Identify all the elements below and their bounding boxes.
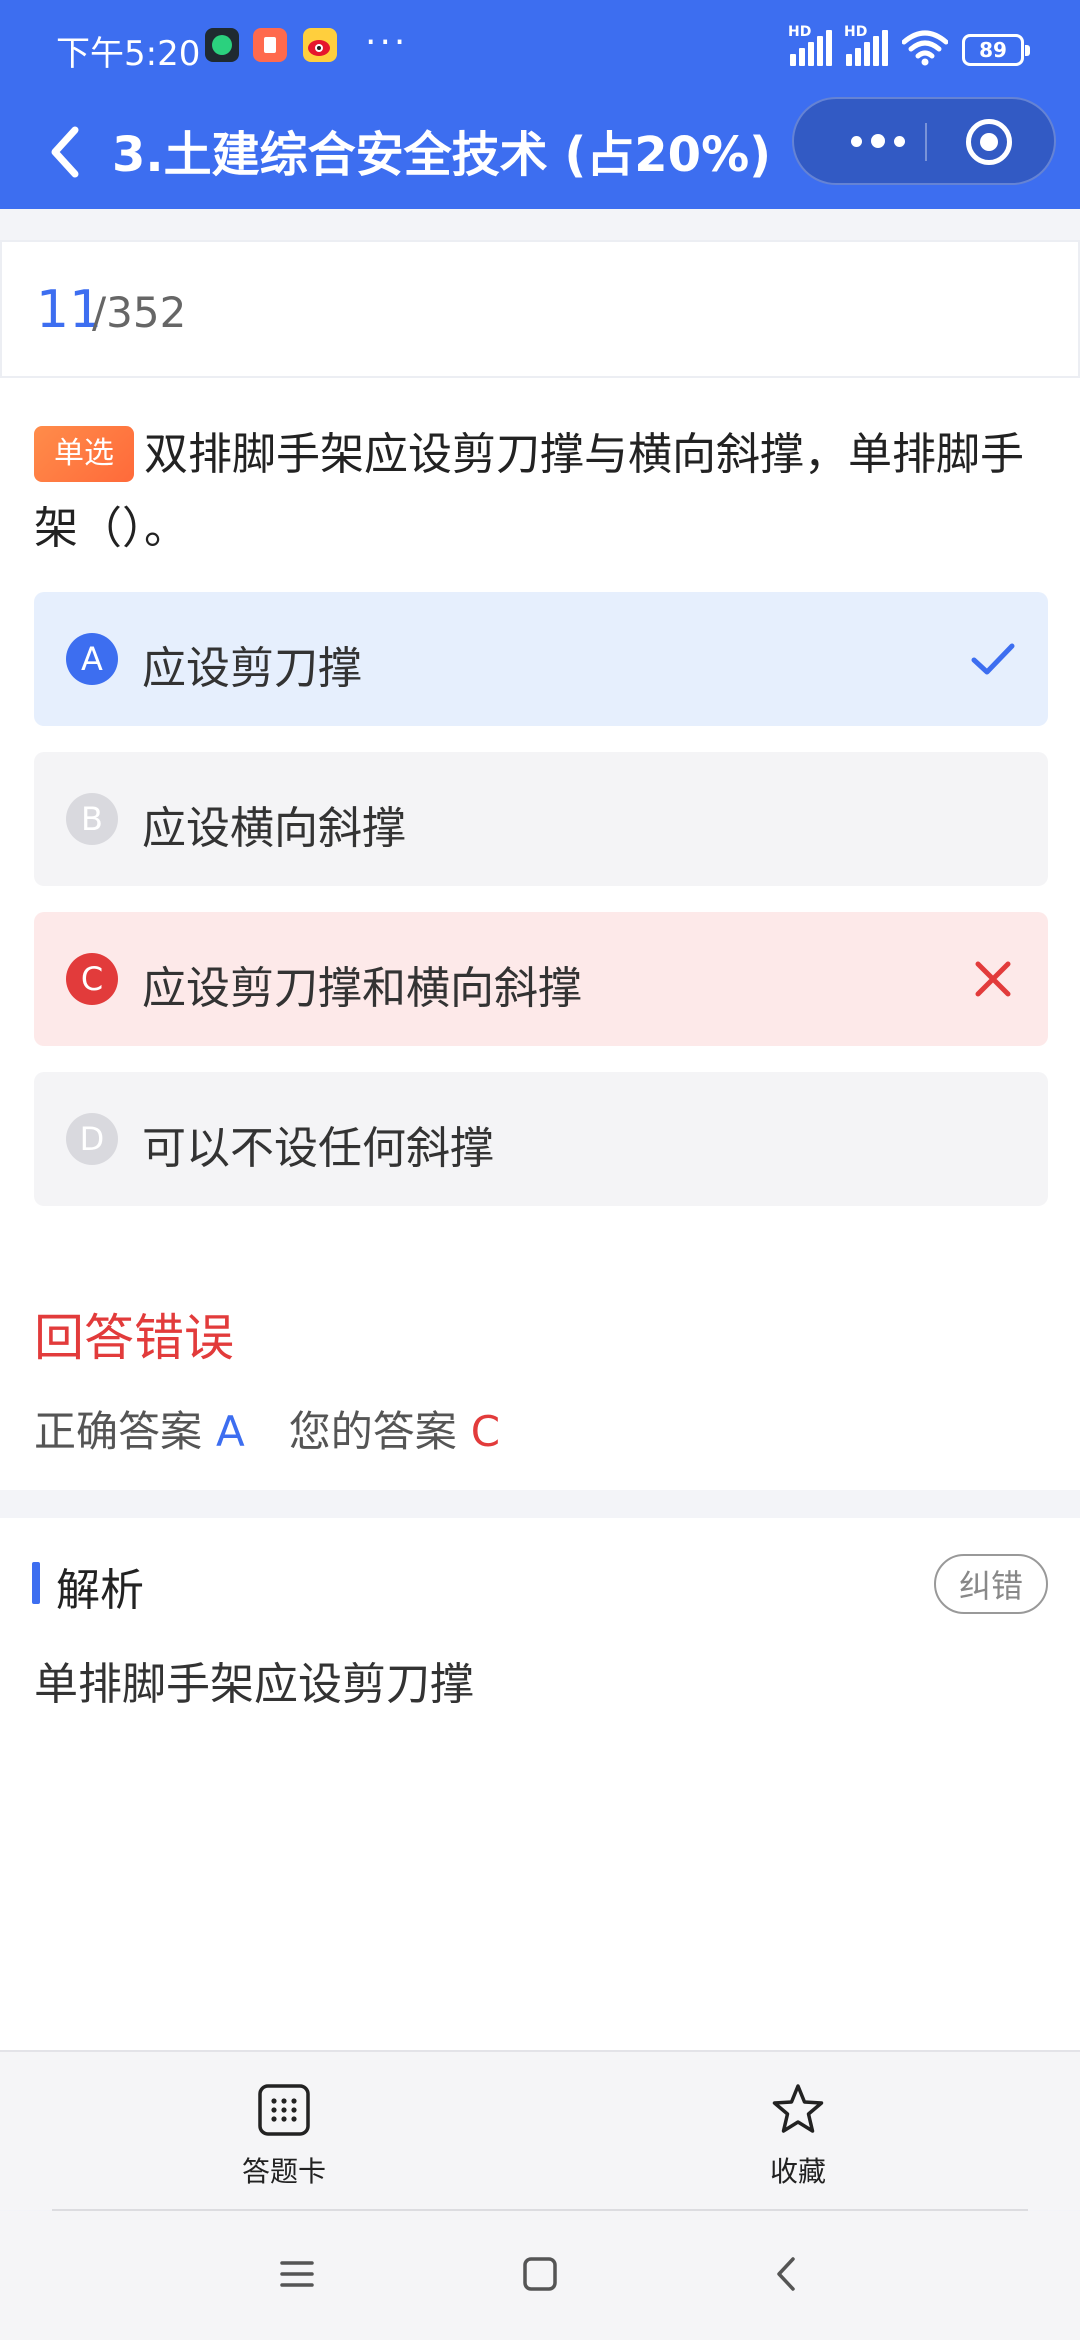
wifi-icon — [902, 30, 948, 66]
check-icon — [971, 643, 1015, 675]
analysis-section: 解析 纠错 单排脚手架应设剪刀撑 — [0, 1518, 1080, 2050]
signal-icon: HD — [788, 24, 832, 66]
signal-icon-2: HD — [844, 24, 888, 66]
option-d[interactable]: D 可以不设任何斜撑 — [34, 1072, 1048, 1206]
question-text: 双排脚手架应设剪刀撑与横向斜撑，单排脚手架（）。 — [34, 429, 1024, 554]
option-letter: B — [66, 793, 118, 845]
your-answer-label: 您的答案 — [288, 1407, 457, 1456]
option-letter: D — [66, 1113, 118, 1165]
option-letter: A — [66, 633, 118, 685]
question-stem: 单选 双排脚手架应设剪刀撑与横向斜撑，单排脚手架（）。 — [34, 418, 1054, 566]
favorite-label: 收藏 — [769, 2155, 826, 2188]
option-text: 应设横向斜撑 — [142, 803, 406, 854]
option-c[interactable]: C 应设剪刀撑和横向斜撑 — [34, 912, 1048, 1046]
weibo-notification-icon — [303, 28, 337, 62]
total-questions: /352 — [92, 288, 187, 337]
star-icon — [772, 2084, 824, 2133]
app-notification-icon — [205, 28, 239, 62]
back-button[interactable] — [40, 117, 90, 187]
option-text: 应设剪刀撑和横向斜撑 — [142, 963, 582, 1014]
report-error-button[interactable]: 纠错 — [934, 1554, 1048, 1614]
menu-icon[interactable] — [272, 2249, 322, 2299]
question-card: 单选 双排脚手架应设剪刀撑与横向斜撑，单排脚手架（）。 A 应设剪刀撑 B 应设横… — [0, 378, 1080, 1490]
favorite-button[interactable]: 收藏 — [728, 2082, 868, 2192]
option-letter: C — [66, 953, 118, 1005]
clipboard-notification-icon — [253, 28, 287, 62]
answer-card-button[interactable]: 答题卡 — [214, 2082, 354, 2192]
cross-icon — [975, 961, 1011, 997]
capsule-divider — [925, 123, 927, 161]
bottom-toolbar: 答题卡 收藏 — [0, 2050, 1080, 2210]
nav-bar: 3.土建综合安全技术 (占20%) — [0, 95, 1080, 209]
option-text: 可以不设任何斜撑 — [142, 1123, 494, 1174]
status-bar: 下午5:20 ··· HD HD 89 — [0, 0, 1080, 95]
status-time: 下午5:20 — [56, 34, 201, 74]
page-title: 3.土建综合安全技术 (占20%) — [112, 127, 772, 183]
home-icon[interactable] — [515, 2249, 565, 2299]
answer-summary: 正确答案 A 您的答案 C — [34, 1398, 500, 1459]
section-accent-bar — [32, 1562, 40, 1604]
header: 下午5:20 ··· HD HD 89 3.土建综合安全技术 (占20%) — [0, 0, 1080, 209]
status-right: HD HD 89 — [788, 24, 1030, 66]
chevron-left-icon — [51, 126, 79, 178]
more-notifications-icon: ··· — [365, 22, 409, 63]
option-text: 应设剪刀撑 — [142, 643, 362, 694]
question-counter: 11 /352 — [0, 240, 1080, 378]
result-title: 回答错误 — [34, 1309, 234, 1367]
battery-icon: 89 — [962, 34, 1030, 66]
question-type-badge: 单选 — [34, 426, 134, 482]
more-menu-button[interactable] — [830, 99, 926, 183]
option-a[interactable]: A 应设剪刀撑 — [34, 592, 1048, 726]
hd-label: HD — [844, 24, 868, 40]
correct-answer-value: A — [216, 1407, 245, 1456]
hd-label: HD — [788, 24, 812, 40]
grid-icon — [258, 2084, 310, 2136]
battery-level: 89 — [979, 38, 1007, 62]
your-answer-value: C — [470, 1407, 501, 1456]
option-b[interactable]: B 应设横向斜撑 — [34, 752, 1048, 886]
close-miniprogram-icon[interactable] — [966, 119, 1012, 165]
system-nav-bar — [0, 2211, 1080, 2340]
answer-card-label: 答题卡 — [241, 2155, 326, 2188]
analysis-content: 单排脚手架应设剪刀撑 — [34, 1659, 474, 1710]
miniprogram-capsule — [792, 97, 1056, 185]
analysis-label: 解析 — [56, 1565, 144, 1616]
back-nav-icon[interactable] — [762, 2249, 812, 2299]
correct-answer-label: 正确答案 — [34, 1407, 203, 1456]
